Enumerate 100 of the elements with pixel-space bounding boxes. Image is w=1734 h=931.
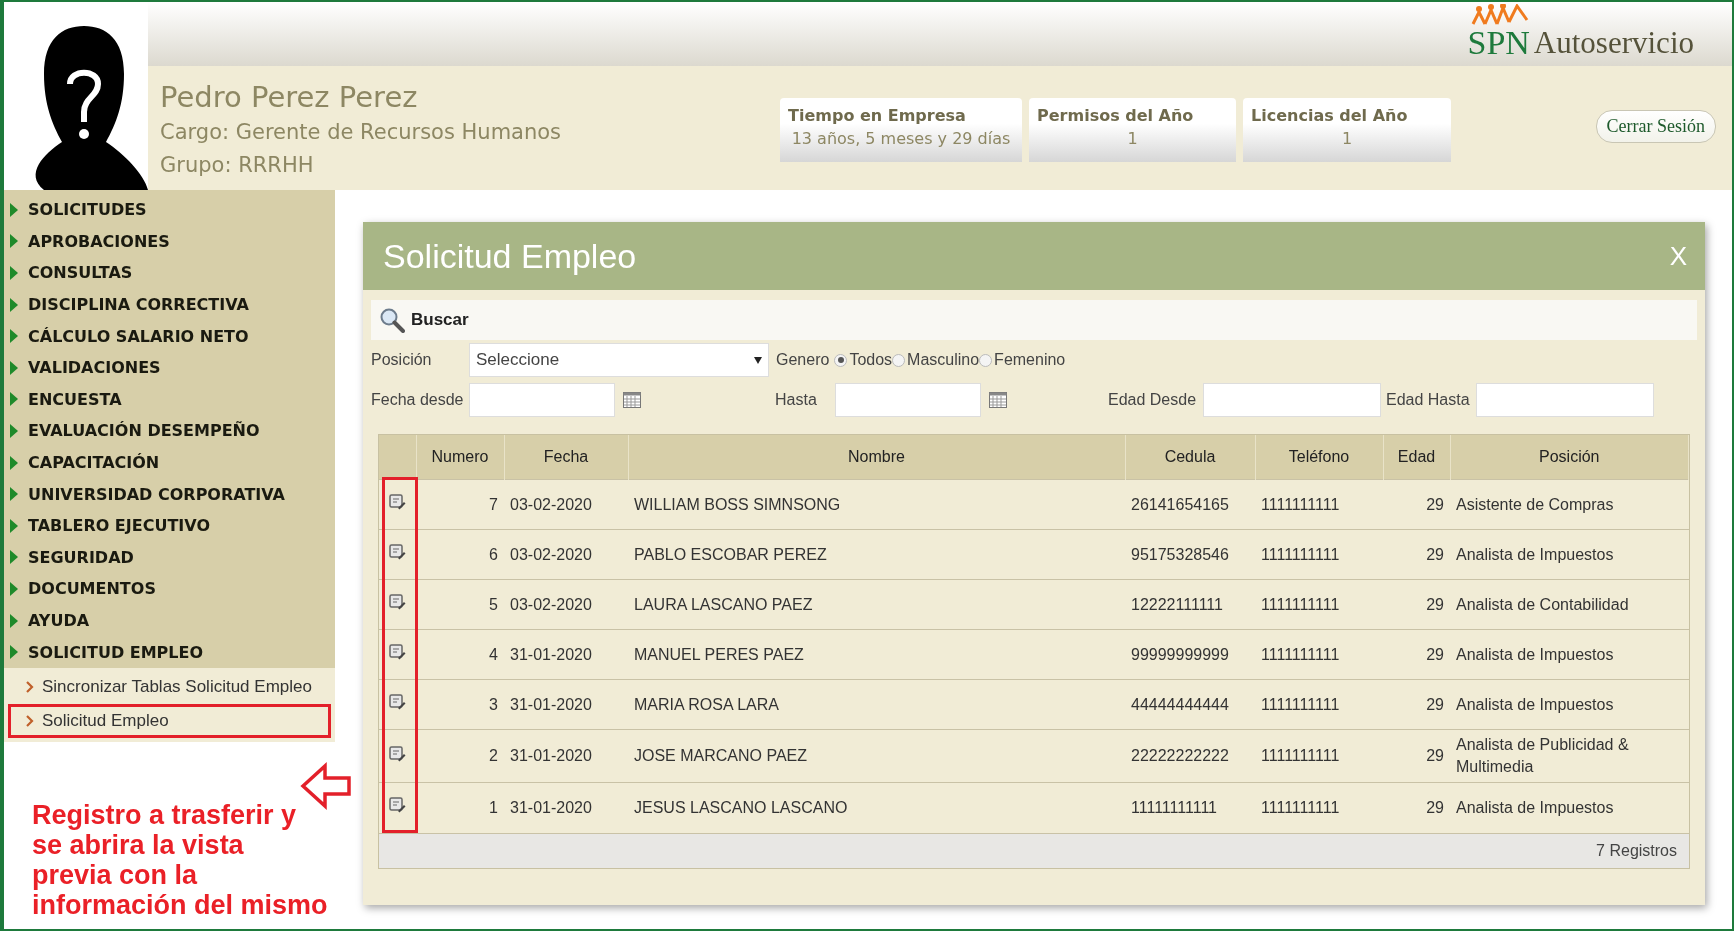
expand-arrow-icon [10, 297, 18, 312]
radio-icon[interactable] [834, 353, 848, 367]
field-label: Genero [776, 351, 830, 369]
table-cell: Analista de Publicidad & Multimedia [1450, 729, 1689, 783]
input-field[interactable] [469, 383, 615, 417]
table-footer: 7 Registros [379, 832, 1689, 868]
menu-item[interactable]: DISCIPLINA CORRECTIVA [4, 288, 335, 321]
table-cell: 29 [1383, 579, 1450, 630]
table-cell: 6 [416, 529, 504, 580]
table-cell: 5 [416, 579, 504, 630]
table-cell: 2 [416, 729, 504, 783]
expand-arrow-icon [10, 550, 18, 565]
menu-item[interactable]: AYUDA [4, 604, 335, 637]
menu-item[interactable]: SOLICITUD EMPLEO [4, 636, 335, 668]
edit-document-icon[interactable] [389, 745, 406, 763]
expand-arrow-icon [10, 392, 18, 407]
expand-arrow-icon [10, 266, 18, 280]
field-label: Edad Hasta [1386, 391, 1471, 409]
table-cell: MANUEL PERES PAEZ [628, 629, 1125, 680]
expand-arrow-icon [10, 455, 18, 470]
position-dropdown[interactable]: Seleccione [469, 343, 769, 377]
table-cell: Analista de Impuestos [1450, 679, 1689, 730]
edit-document-icon[interactable] [389, 494, 406, 511]
table-cell: 4 [416, 629, 504, 680]
column-header[interactable]: Edad [1383, 435, 1450, 480]
table-cell: 1 [416, 782, 504, 833]
logout-button[interactable]: Cerrar Sesión [1595, 110, 1716, 143]
field-label: Posición [371, 351, 433, 369]
table-cell: 95175328546 [1125, 529, 1255, 580]
column-header[interactable]: Numero [416, 435, 504, 480]
menu-item[interactable]: TABLERO EJECUTIVO [4, 509, 335, 542]
table-cell: 29 [1383, 479, 1450, 530]
field-label: Edad Desde [1108, 391, 1198, 409]
radio-icon[interactable] [892, 353, 906, 367]
table-cell: 29 [1383, 782, 1450, 833]
edit-document-icon[interactable] [389, 797, 406, 815]
table-cell: Analista de Impuestos [1450, 529, 1689, 580]
user-name: Pedro Perez Perez [160, 79, 419, 116]
gender-radio[interactable]: Femenino [979, 351, 1066, 369]
menu-item[interactable]: DOCUMENTOS [4, 573, 335, 605]
stat-value: 1 [1126, 128, 1139, 150]
menu-item[interactable]: SOLICITUDES [4, 194, 335, 226]
table-cell: Analista de Impuestos [1450, 629, 1689, 680]
table-cell: 29 [1383, 679, 1450, 730]
annotation-note: Registro a trasferir y se abrira la vista previa con la información del mismo [32, 799, 328, 920]
table-cell: 1111111111 [1255, 782, 1383, 833]
stat-value: 13 años, 5 meses y 29 días [790, 128, 1012, 150]
expand-arrow-icon [10, 202, 18, 217]
edit-document-icon[interactable] [389, 644, 406, 661]
expand-arrow-icon [10, 518, 18, 533]
input-field[interactable] [835, 383, 981, 417]
chevron-icon [25, 680, 34, 693]
table-cell: 03-02-2020 [504, 479, 628, 530]
input-field[interactable] [1476, 383, 1654, 417]
table-cell: JESUS LASCANO LASCANO [628, 782, 1125, 833]
column-header[interactable]: Cedula [1125, 435, 1255, 480]
expand-arrow-icon [10, 329, 18, 344]
table-cell: 29 [1383, 629, 1450, 680]
menu-item[interactable]: ENCUESTA [4, 383, 335, 416]
table-cell: 1111111111 [1255, 579, 1383, 630]
column-header[interactable]: Posición [1450, 435, 1689, 480]
caret-icon [754, 356, 762, 364]
gender-radio[interactable]: Masculino [892, 351, 980, 369]
table-cell: 29 [1383, 529, 1450, 580]
column-header[interactable]: Teléfono [1255, 435, 1383, 480]
menu-item[interactable]: CÁLCULO SALARIO NETO [4, 320, 335, 352]
edit-document-icon[interactable] [389, 594, 406, 611]
table-cell: 1111111111 [1255, 529, 1383, 580]
search-icon[interactable] [380, 308, 405, 333]
expand-arrow-icon [10, 234, 18, 249]
table-cell: 3 [416, 679, 504, 730]
column-header[interactable]: Fecha [504, 435, 628, 480]
table-cell: Asistente de Compras [1450, 479, 1689, 530]
menu-item[interactable]: CONSULTAS [4, 257, 335, 289]
column-header[interactable]: Nombre [628, 435, 1125, 480]
brand-logo-text: SPN [1467, 26, 1530, 60]
table-cell: 31-01-2020 [504, 729, 628, 783]
table-cell: 31-01-2020 [504, 782, 628, 833]
submenu-item[interactable]: Solicitud Empleo [8, 703, 331, 738]
edit-document-icon[interactable] [389, 544, 406, 561]
submenu-item[interactable]: Sincronizar Tablas Solicitud Empleo [8, 669, 331, 704]
menu-item[interactable]: SEGURIDAD [4, 541, 335, 574]
menu-item[interactable]: CAPACITACIÓN [4, 446, 335, 479]
gender-radio[interactable]: Todos [834, 351, 893, 369]
calendar-icon[interactable] [989, 392, 1007, 408]
table-cell: 29 [1383, 729, 1450, 783]
table-cell: 7 [416, 479, 504, 530]
table-cell: 1111111111 [1255, 729, 1383, 783]
menu-item[interactable]: VALIDACIONES [4, 351, 335, 384]
expand-arrow-icon [10, 423, 18, 438]
calendar-icon[interactable] [623, 392, 641, 408]
menu-item[interactable]: APROBACIONES [4, 225, 335, 258]
radio-icon[interactable] [979, 353, 993, 367]
input-field[interactable] [1203, 383, 1381, 417]
edit-document-icon[interactable] [389, 694, 406, 711]
menu-item[interactable]: EVALUACIÓN DESEMPEÑO [4, 415, 335, 447]
field-label: Hasta [775, 391, 818, 409]
chevron-icon [25, 714, 34, 727]
menu-item[interactable]: UNIVERSIDAD CORPORATIVA [4, 478, 335, 510]
search-label[interactable]: Buscar [411, 310, 469, 330]
